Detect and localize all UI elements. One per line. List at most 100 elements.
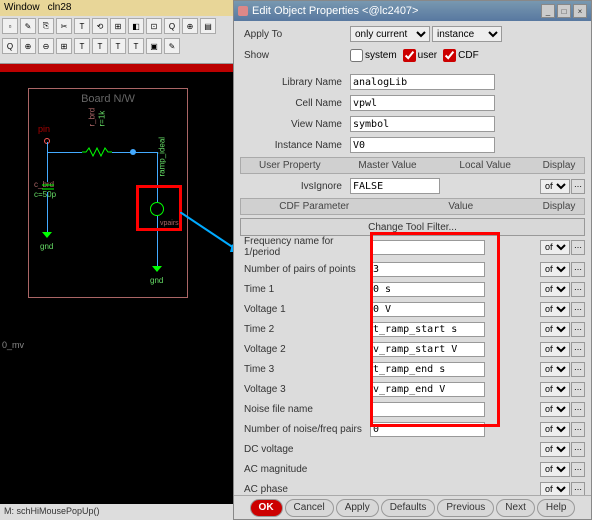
- param-input[interactable]: [370, 262, 485, 277]
- ellipsis-button[interactable]: ⋯: [571, 422, 585, 437]
- display-select[interactable]: off: [540, 179, 570, 194]
- change-tool-filter-button[interactable]: Change Tool Filter...: [240, 218, 585, 236]
- toolbar-btn[interactable]: ✎: [20, 18, 36, 34]
- toolbar-btn[interactable]: ◧: [128, 18, 144, 34]
- ellipsis-button[interactable]: ⋯: [571, 262, 585, 277]
- param-input[interactable]: [370, 302, 485, 317]
- show-system-checkbox[interactable]: [350, 49, 363, 62]
- display-select[interactable]: off: [540, 382, 570, 397]
- schematic-canvas[interactable]: Board N/W pin r_brd r=1k c_brd c=50p gnd…: [0, 72, 233, 502]
- ellipsis-button[interactable]: ⋯: [571, 462, 585, 477]
- ellipsis-button[interactable]: ⋯: [571, 302, 585, 317]
- param-label: Frequency name for 1/period: [240, 236, 370, 258]
- toolbar-btn[interactable]: T: [110, 38, 126, 54]
- status-bar: M: schHiMousePopUp(): [0, 504, 233, 520]
- apply-scope-select[interactable]: only current: [350, 26, 430, 42]
- ellipsis-button[interactable]: ⋯: [571, 342, 585, 357]
- param-label: DC voltage: [240, 444, 370, 455]
- menu-window[interactable]: Window: [4, 2, 40, 14]
- toolbar-btn[interactable]: ✂: [56, 18, 72, 34]
- show-label: Show: [240, 50, 350, 61]
- menu-cln28[interactable]: cln28: [48, 2, 72, 14]
- param-input[interactable]: [370, 322, 485, 337]
- board-title: Board N/W: [29, 89, 187, 109]
- toolbar-btn[interactable]: ⟲: [92, 18, 108, 34]
- help-button[interactable]: Help: [537, 499, 576, 517]
- library-name-input[interactable]: [350, 74, 495, 90]
- param-input[interactable]: [370, 342, 485, 357]
- toolbar-btn[interactable]: ▣: [146, 38, 162, 54]
- ellipsis-button[interactable]: ⋯: [571, 179, 585, 194]
- r-brd-label: r_brd: [88, 108, 97, 127]
- toolbar-btn[interactable]: T: [74, 18, 90, 34]
- toolbar-btn[interactable]: ▤: [200, 18, 216, 34]
- ellipsis-button[interactable]: ⋯: [571, 282, 585, 297]
- toolbar-btn[interactable]: ⊕: [182, 18, 198, 34]
- wire: [47, 192, 48, 232]
- toolbar-btn[interactable]: ✎: [164, 38, 180, 54]
- ellipsis-button[interactable]: ⋯: [571, 362, 585, 377]
- display-select[interactable]: off: [540, 362, 570, 377]
- apply-type-select[interactable]: instance: [432, 26, 502, 42]
- toolbar-btn[interactable]: ⊞: [56, 38, 72, 54]
- display-select[interactable]: off: [540, 302, 570, 317]
- toolbar-btn[interactable]: T: [92, 38, 108, 54]
- toolbar-btn[interactable]: Q: [164, 18, 180, 34]
- display-select[interactable]: off: [540, 342, 570, 357]
- display-select[interactable]: off: [540, 282, 570, 297]
- param-input[interactable]: [370, 402, 485, 417]
- next-button[interactable]: Next: [496, 499, 535, 517]
- ellipsis-button[interactable]: ⋯: [571, 482, 585, 496]
- cell-name-input[interactable]: [350, 95, 495, 111]
- apply-button[interactable]: Apply: [336, 499, 379, 517]
- toolbar-btn[interactable]: Q: [2, 38, 18, 54]
- ok-button[interactable]: OK: [250, 499, 283, 517]
- dialog-titlebar[interactable]: Edit Object Properties <@lc2407> _ □ ×: [234, 1, 591, 21]
- previous-button[interactable]: Previous: [437, 499, 494, 517]
- display-select[interactable]: off: [540, 262, 570, 277]
- param-input[interactable]: [370, 382, 485, 397]
- minimize-button[interactable]: _: [541, 4, 555, 18]
- toolbar-btn[interactable]: T: [128, 38, 144, 54]
- toolbar-btn[interactable]: ⊡: [146, 18, 162, 34]
- defaults-button[interactable]: Defaults: [381, 499, 436, 517]
- instance-name-input[interactable]: [350, 137, 495, 153]
- show-cdf-checkbox[interactable]: [443, 49, 456, 62]
- toolbar-btn[interactable]: ⊕: [20, 38, 36, 54]
- param-input[interactable]: [370, 422, 485, 437]
- ellipsis-button[interactable]: ⋯: [571, 240, 585, 255]
- param-input[interactable]: [370, 240, 485, 255]
- toolbar-btn[interactable]: ⊞: [110, 18, 126, 34]
- param-label: Number of pairs of points: [240, 264, 370, 275]
- display-select[interactable]: off: [540, 482, 570, 496]
- display-select[interactable]: off: [540, 422, 570, 437]
- toolbar-btn[interactable]: T: [74, 38, 90, 54]
- display-select[interactable]: off: [540, 462, 570, 477]
- node: [130, 149, 136, 155]
- display-select[interactable]: off: [540, 322, 570, 337]
- param-input[interactable]: [370, 362, 485, 377]
- ellipsis-button[interactable]: ⋯: [571, 382, 585, 397]
- param-label: Voltage 2: [240, 344, 370, 355]
- maximize-button[interactable]: □: [557, 4, 571, 18]
- param-row: Noise file nameoff⋯: [240, 400, 585, 418]
- view-name-label: View Name: [240, 119, 350, 130]
- ellipsis-button[interactable]: ⋯: [571, 322, 585, 337]
- show-user-checkbox[interactable]: [403, 49, 416, 62]
- wire: [47, 152, 48, 182]
- ellipsis-button[interactable]: ⋯: [571, 442, 585, 457]
- display-select[interactable]: off: [540, 442, 570, 457]
- close-button[interactable]: ×: [573, 4, 587, 18]
- ivsignore-input[interactable]: [350, 178, 440, 194]
- param-row: Number of pairs of points off⋯: [240, 260, 585, 278]
- cancel-button[interactable]: Cancel: [285, 499, 334, 517]
- ellipsis-button[interactable]: ⋯: [571, 402, 585, 417]
- view-name-input[interactable]: [350, 116, 495, 132]
- display-select[interactable]: off: [540, 402, 570, 417]
- toolbar-btn[interactable]: ⊖: [38, 38, 54, 54]
- toolbar-btn[interactable]: ▫: [2, 18, 18, 34]
- param-input[interactable]: [370, 282, 485, 297]
- display-select[interactable]: off: [540, 240, 570, 255]
- toolbar-btn[interactable]: ⎘: [38, 18, 54, 34]
- gnd-symbol: [42, 232, 52, 238]
